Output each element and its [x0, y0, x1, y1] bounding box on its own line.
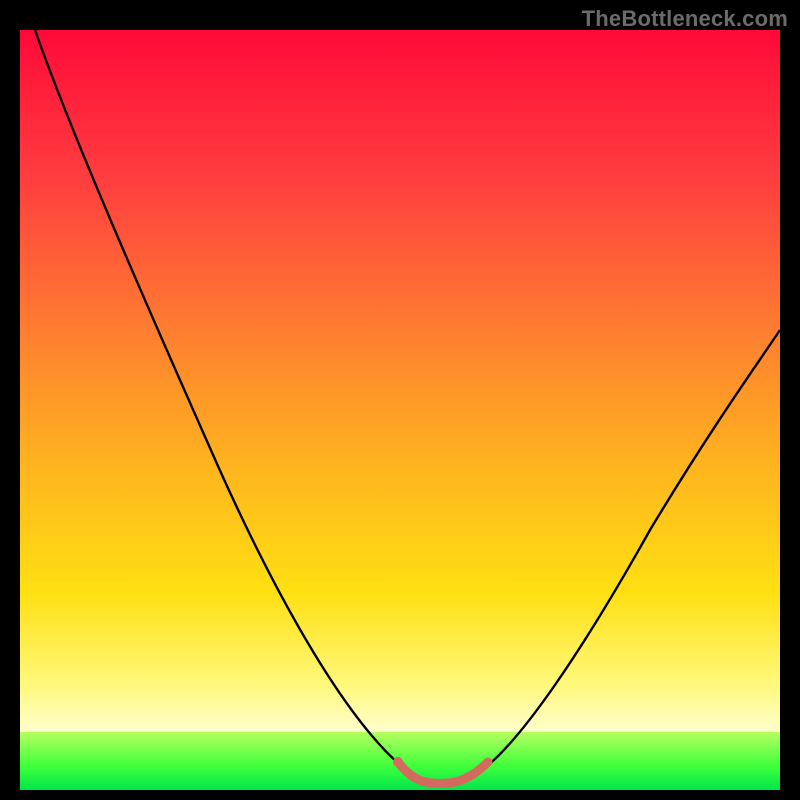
chart-canvas: TheBottleneck.com — [0, 0, 800, 800]
floor-marker-dot — [393, 757, 403, 767]
watermark-text: TheBottleneck.com — [582, 6, 788, 32]
floor-marker — [398, 762, 488, 784]
curve-layer — [20, 30, 780, 790]
black-curve — [35, 30, 780, 783]
plot-area — [20, 30, 780, 790]
